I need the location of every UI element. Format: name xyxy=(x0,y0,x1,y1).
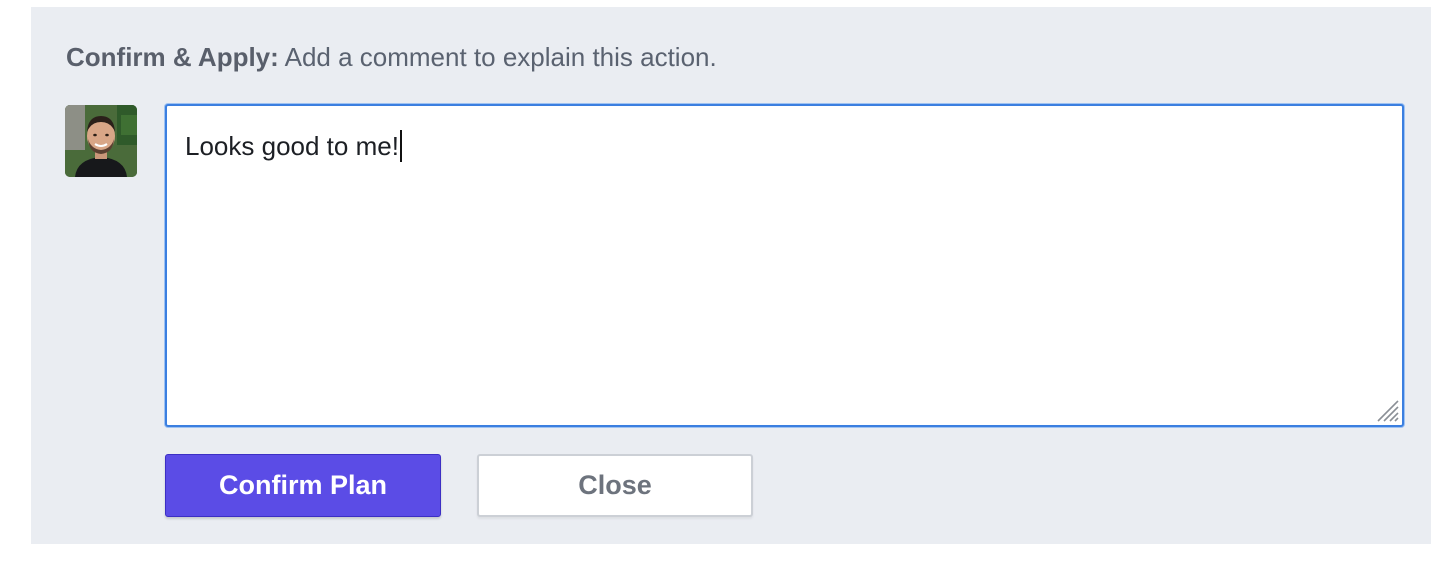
comment-value: Looks good to me! xyxy=(185,131,399,161)
text-caret xyxy=(399,130,402,162)
comment-text: Looks good to me! xyxy=(185,130,402,162)
avatar-photo-icon xyxy=(65,105,137,177)
avatar xyxy=(65,105,137,177)
comment-textarea[interactable]: Looks good to me! xyxy=(165,104,1404,427)
confirm-plan-button[interactable]: Confirm Plan xyxy=(165,454,441,517)
close-button[interactable]: Close xyxy=(477,454,753,517)
instruction-text: Confirm & Apply: Add a comment to explai… xyxy=(66,41,717,73)
confirm-apply-panel: Confirm & Apply: Add a comment to explai… xyxy=(31,7,1431,544)
instruction-body: Add a comment to explain this action. xyxy=(278,42,717,72)
instruction-heading: Confirm & Apply: xyxy=(66,42,279,72)
resize-grip-icon[interactable] xyxy=(1374,397,1400,423)
